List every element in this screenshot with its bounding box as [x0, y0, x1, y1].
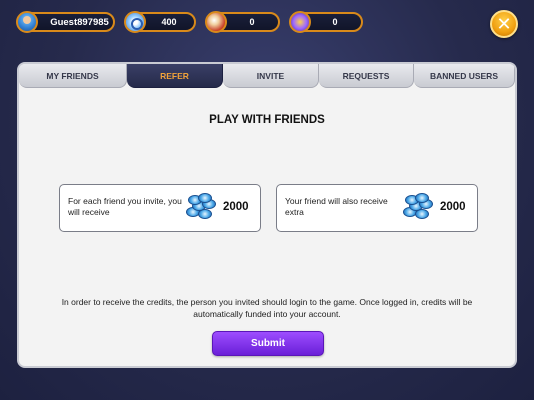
tab-invite[interactable]: INVITE [223, 64, 319, 88]
tab-label: MY FRIENDS [46, 70, 99, 81]
reward-value: 2000 [440, 201, 466, 213]
panel-title: PLAY WITH FRIENDS [209, 114, 325, 126]
tab-label: BANNED USERS [429, 70, 498, 81]
info-text: In order to receive the credits, the per… [61, 297, 473, 319]
reward-card-text: For each friend you invite, you will rec… [68, 196, 182, 217]
tab-my-friends[interactable]: MY FRIENDS [19, 64, 127, 88]
refer-panel: MY FRIENDS REFER INVITE REQUESTS BANNED … [17, 62, 517, 368]
tab-label: REQUESTS [342, 70, 390, 81]
tab-bar: MY FRIENDS REFER INVITE REQUESTS BANNED … [19, 64, 515, 90]
ball-icon [205, 11, 227, 33]
close-icon: ✕ [496, 13, 512, 34]
chip-coin-icon [124, 11, 146, 33]
coins-value: 400 [161, 17, 177, 27]
submit-label: Submit [251, 338, 285, 349]
treasure-icon [289, 11, 311, 33]
username-label: Guest897985 [50, 16, 109, 28]
tab-label: REFER [160, 70, 189, 81]
tickets-value: 0 [332, 17, 338, 27]
reward-value: 2000 [223, 201, 249, 213]
top-bar: Guest897985 400 0 0 ✕ [0, 0, 534, 46]
close-button[interactable]: ✕ [490, 10, 518, 38]
tab-requests[interactable]: REQUESTS [319, 64, 414, 88]
submit-button[interactable]: Submit [212, 331, 324, 356]
reward-card-friend: Your friend will also receive extra 2000 [276, 184, 478, 232]
tab-banned-users[interactable]: BANNED USERS [414, 64, 515, 88]
gems-value: 0 [249, 17, 255, 27]
reward-card-inviter: For each friend you invite, you will rec… [59, 184, 261, 232]
reward-card-text: Your friend will also receive extra [285, 196, 388, 217]
tab-refer[interactable]: REFER [127, 64, 223, 88]
tab-label: INVITE [256, 70, 285, 81]
chips-icon [184, 193, 216, 223]
chips-icon [401, 193, 433, 223]
avatar-icon[interactable] [16, 11, 38, 33]
